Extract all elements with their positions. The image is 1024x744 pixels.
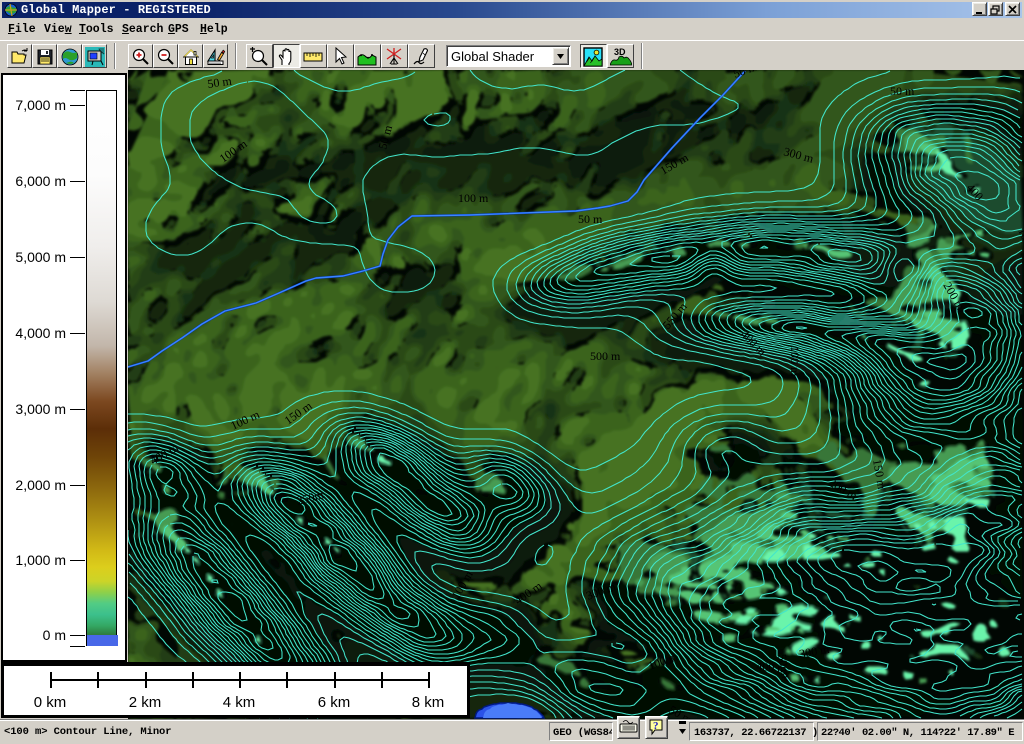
svg-text:?: ? (653, 720, 659, 732)
svg-text:50 m: 50 m (890, 84, 915, 98)
svg-text:100 m: 100 m (458, 191, 489, 205)
svg-text:50 m: 50 m (578, 212, 603, 226)
svg-text:400 m: 400 m (756, 659, 788, 676)
svg-text:500 m: 500 m (590, 349, 621, 363)
svg-text:3D: 3D (614, 47, 626, 57)
svg-text:100 m: 100 m (788, 346, 802, 377)
